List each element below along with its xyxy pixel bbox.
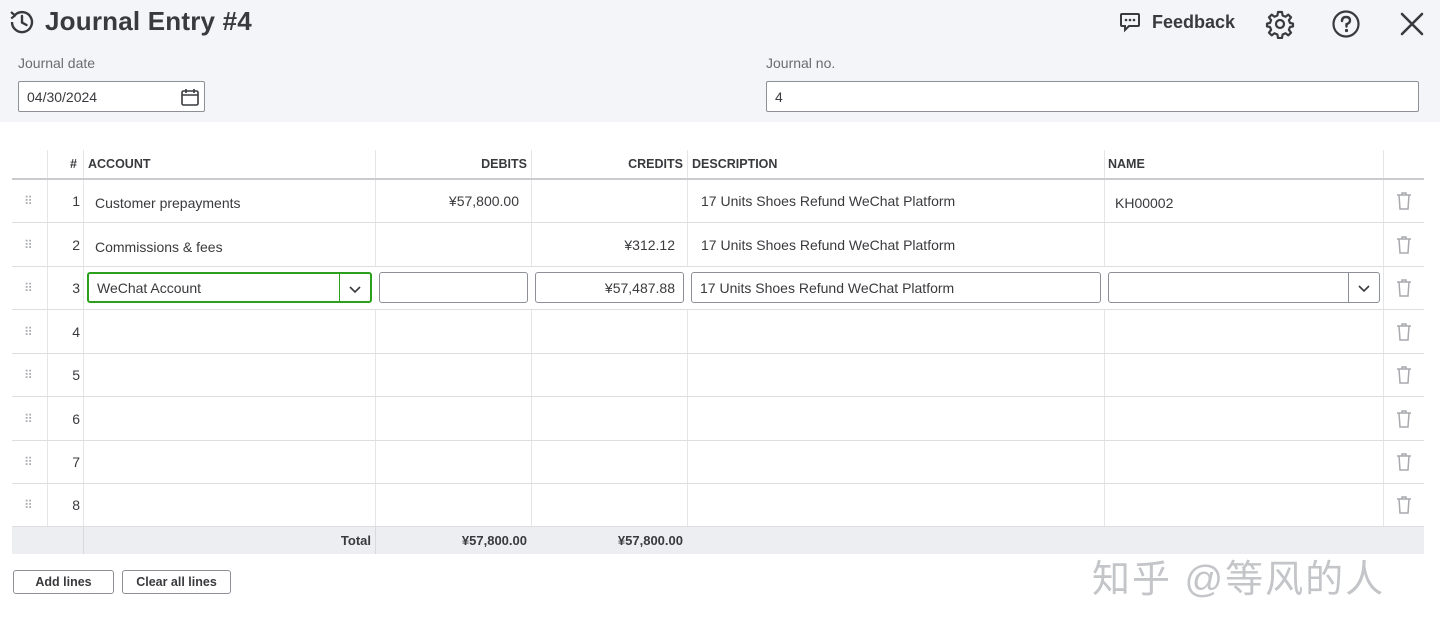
title-bar: Journal Entry #4	[7, 6, 252, 37]
table-row[interactable]: ⠿ 4	[12, 310, 1424, 354]
total-credits: ¥57,800.00	[617, 533, 683, 548]
description-cell[interactable]: 17 Units Shoes Refund WeChat Platform	[701, 223, 955, 266]
row-number: 6	[72, 410, 80, 427]
drag-handle-icon[interactable]: ⠿	[24, 354, 33, 396]
drag-handle-icon[interactable]: ⠿	[24, 267, 33, 309]
drag-handle-icon[interactable]: ⠿	[24, 310, 33, 353]
debits-cell[interactable]: ¥57,800.00	[375, 180, 519, 222]
feedback-button[interactable]: Feedback	[1118, 10, 1235, 34]
name-select[interactable]	[1108, 272, 1380, 303]
col-header-name: NAME	[1108, 157, 1145, 171]
trash-icon[interactable]	[1395, 452, 1413, 472]
trash-icon[interactable]	[1395, 278, 1413, 298]
col-header-credits: CREDITS	[628, 157, 683, 171]
table-row[interactable]: ⠿ 5	[12, 354, 1424, 397]
total-debits: ¥57,800.00	[461, 533, 527, 548]
drag-handle-icon[interactable]: ⠿	[24, 441, 33, 483]
description-input[interactable]: 17 Units Shoes Refund WeChat Platform	[691, 272, 1101, 303]
drag-handle-icon[interactable]: ⠿	[24, 397, 33, 440]
credits-input-value: ¥57,487.88	[604, 279, 675, 296]
table-row[interactable]: ⠿ 8	[12, 484, 1424, 527]
trash-icon[interactable]	[1395, 409, 1413, 429]
journal-no-label: Journal no.	[766, 55, 836, 71]
table-row[interactable]: ⠿ 2 Commissions & fees ¥312.12 17 Units …	[12, 223, 1424, 267]
table-header-row: # ACCOUNT DEBITS CREDITS DESCRIPTION NAM…	[12, 150, 1424, 180]
account-select[interactable]: WeChat Account	[87, 272, 372, 303]
history-icon[interactable]	[7, 7, 37, 37]
row-number: 2	[72, 236, 80, 253]
description-input-value: 17 Units Shoes Refund WeChat Platform	[700, 279, 955, 296]
drag-handle-icon[interactable]: ⠿	[24, 223, 33, 266]
journal-no-input[interactable]: 4	[766, 81, 1419, 112]
table-row[interactable]: ⠿ 1 Customer prepayments ¥57,800.00 17 U…	[12, 180, 1424, 223]
debits-input[interactable]	[379, 272, 528, 303]
journal-no-value: 4	[775, 88, 783, 105]
account-cell[interactable]: Commissions & fees	[95, 225, 223, 268]
row-number: 8	[72, 497, 80, 513]
journal-date-label: Journal date	[18, 55, 96, 71]
table-row-editing[interactable]: ⠿ 3 WeChat Account ¥57,487.88 17 Units S…	[12, 267, 1424, 310]
credits-cell[interactable]	[531, 180, 675, 222]
header-panel: Journal Entry #4 Feedback Journal date 0…	[0, 0, 1440, 122]
credits-input[interactable]: ¥57,487.88	[535, 272, 684, 303]
help-icon[interactable]	[1331, 9, 1361, 39]
journal-date-input[interactable]: 04/30/2024	[18, 81, 205, 112]
col-header-description: DESCRIPTION	[692, 157, 778, 171]
gear-icon[interactable]	[1265, 9, 1295, 39]
col-header-account: ACCOUNT	[88, 157, 151, 171]
journal-date-value: 04/30/2024	[27, 88, 98, 105]
clear-all-lines-button[interactable]: Clear all lines	[122, 570, 231, 594]
trash-icon[interactable]	[1395, 365, 1413, 385]
row-number: 7	[72, 454, 80, 470]
chevron-down-icon[interactable]	[348, 282, 362, 296]
col-header-num: #	[70, 157, 77, 171]
total-label: Total	[340, 533, 371, 548]
drag-handle-icon[interactable]: ⠿	[24, 180, 33, 222]
trash-icon[interactable]	[1395, 322, 1413, 342]
row-number: 1	[72, 193, 80, 209]
close-icon[interactable]	[1397, 9, 1427, 39]
account-select-value: WeChat Account	[97, 279, 202, 296]
credits-cell[interactable]: ¥312.12	[531, 223, 675, 266]
row-number: 4	[72, 323, 80, 340]
row-number: 3	[72, 280, 80, 296]
account-cell[interactable]: Customer prepayments	[95, 182, 241, 224]
name-cell[interactable]: KH00002	[1115, 182, 1173, 224]
col-header-debits: DEBITS	[481, 157, 527, 171]
description-cell[interactable]: 17 Units Shoes Refund WeChat Platform	[701, 180, 955, 222]
debits-cell[interactable]	[375, 223, 519, 266]
drag-handle-icon[interactable]: ⠿	[24, 484, 33, 526]
add-lines-button[interactable]: Add lines	[13, 570, 114, 594]
table-row[interactable]: ⠿ 6	[12, 397, 1424, 441]
chevron-down-icon[interactable]	[1357, 281, 1371, 295]
trash-icon[interactable]	[1395, 235, 1413, 255]
trash-icon[interactable]	[1395, 495, 1413, 515]
watermark: 知乎 @等风的人	[1092, 559, 1386, 601]
trash-icon[interactable]	[1395, 191, 1413, 211]
row-number: 5	[72, 367, 80, 383]
feedback-label: Feedback	[1152, 11, 1236, 32]
calendar-icon[interactable]	[180, 87, 200, 107]
table-row[interactable]: ⠿ 7	[12, 441, 1424, 484]
chat-bubble-icon	[1120, 13, 1140, 33]
page-title: Journal Entry #4	[45, 6, 252, 36]
